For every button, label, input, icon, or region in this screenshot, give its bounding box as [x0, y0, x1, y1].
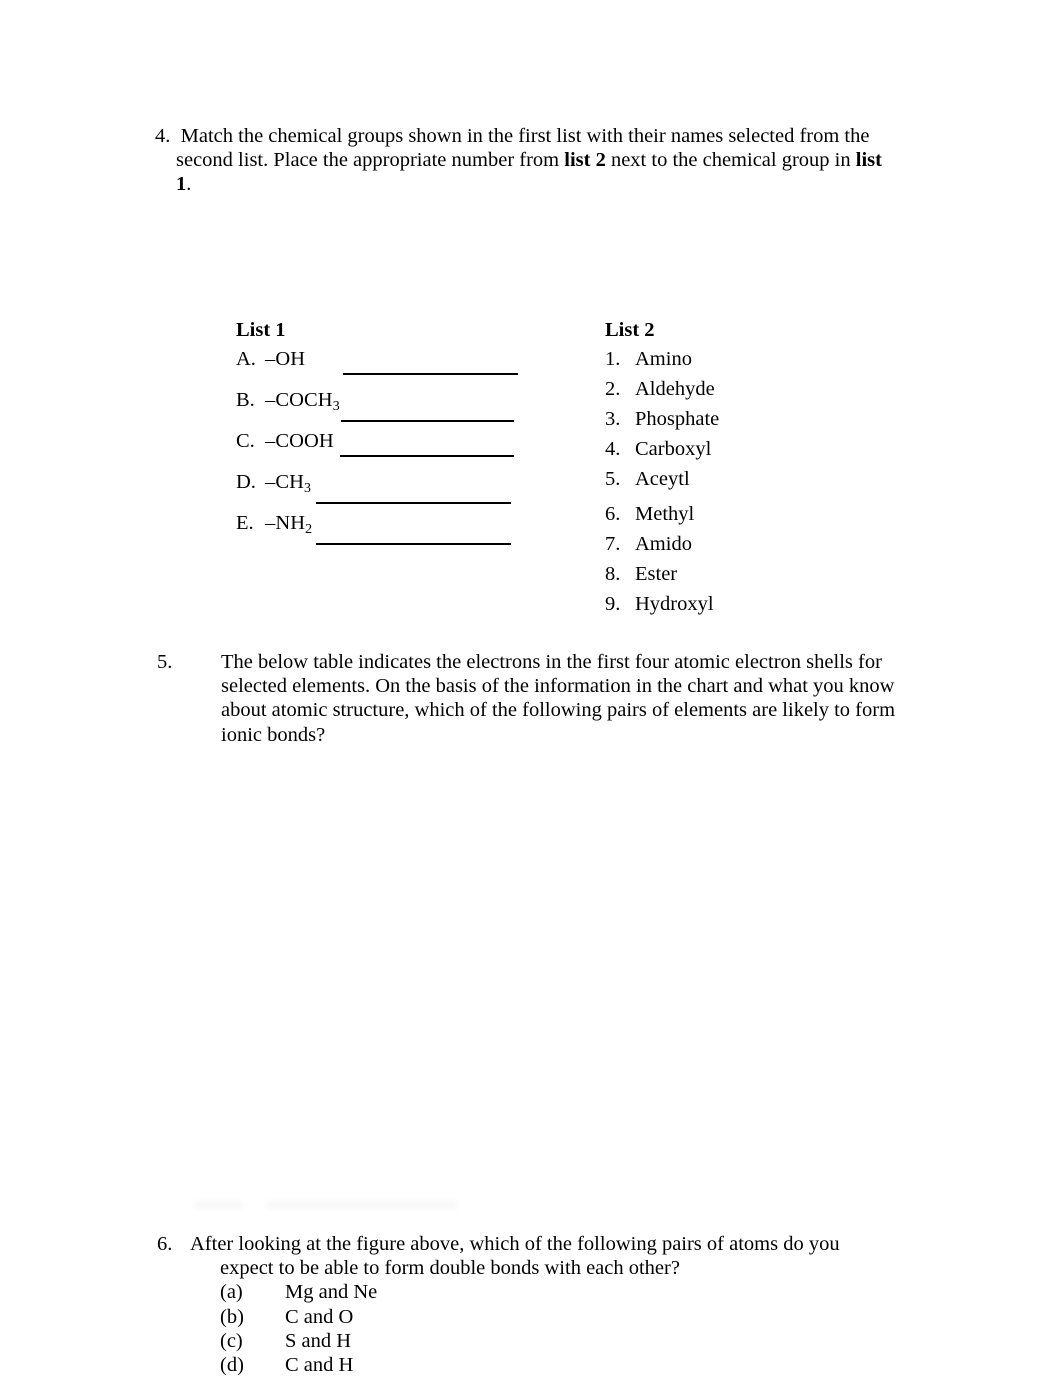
list-2-heading: List 2	[605, 319, 655, 341]
list-2-item-label: Amido	[635, 533, 692, 555]
question-6-option-label: (b)	[220, 1305, 244, 1328]
list-2-rows: 1. Amino 2. Aldehyde 3. Phosphate 4. Carboxyl 5.…	[605, 347, 865, 622]
question-5-text: The below table indicates the electrons …	[221, 651, 896, 746]
list-2-item: 4. Carboxyl	[605, 437, 865, 467]
question-5: 5. The below table indicates the electro…	[157, 650, 917, 747]
list-2-item-number: 2.	[605, 378, 621, 400]
list-2-item: 2. Aldehyde	[605, 377, 865, 407]
list-2-item-label: Aceytl	[635, 468, 690, 490]
formula-main: –OH	[265, 348, 306, 370]
list-1-item: A. –OH	[236, 347, 536, 388]
formula-subscript: 3	[304, 480, 312, 496]
question-6-option[interactable]: (b) C and O	[220, 1305, 917, 1329]
question-6-option-text: Mg and Ne	[285, 1281, 378, 1304]
list-2-item-number: 5.	[605, 468, 621, 490]
formula-main: –NH	[265, 512, 306, 534]
list-1-item-formula: –COOH	[265, 430, 334, 452]
question-4-part3: .	[186, 173, 192, 195]
list-2-item-label: Hydroxyl	[635, 593, 714, 615]
list-2-item-label: Methyl	[635, 503, 695, 525]
question-6-option[interactable]: (c) S and H	[220, 1329, 917, 1353]
question-6-option-label: (d)	[220, 1354, 244, 1377]
list-2-item: 6. Methyl	[605, 502, 865, 532]
list-1-item-formula: –NH2	[265, 512, 313, 537]
list-1-answer-blank[interactable]	[340, 455, 514, 457]
list-2-item: 5. Aceytl	[605, 467, 865, 497]
list-2-item-label: Phosphate	[635, 408, 720, 430]
list-2-item-number: 7.	[605, 533, 621, 555]
missing-figure-placeholder	[195, 1186, 465, 1218]
list-1-item-marker: D.	[236, 471, 256, 493]
question-5-number: 5.	[157, 651, 173, 673]
question-6-line2: expect to be able to form double bonds w…	[220, 1257, 680, 1280]
list-2-item-number: 1.	[605, 348, 621, 370]
list-2-item: 9. Hydroxyl	[605, 592, 865, 622]
list-1-item: E. –NH2	[236, 511, 536, 552]
list-1-answer-blank[interactable]	[341, 420, 514, 422]
question-6-options: (a) Mg and Ne (b) C and O (c) S and H (d) C and…	[157, 1280, 917, 1377]
document-page: 4. Match the chemical groups shown in th…	[0, 0, 1062, 1376]
formula-subscript: 3	[332, 398, 340, 414]
question-6-option[interactable]: (a) Mg and Ne	[220, 1280, 917, 1304]
list-1-heading: List 1	[236, 319, 286, 341]
list-2-item-label: Aldehyde	[635, 378, 715, 400]
list-1: List 1 A. –OH B. –COCH3 C. –COOH D. –CH3 E. –NH2	[236, 318, 536, 552]
question-4: 4. Match the chemical groups shown in th…	[155, 124, 895, 196]
question-6-line1-text: After looking at the figure above, which…	[190, 1233, 840, 1255]
question-6-option[interactable]: (d) C and H	[220, 1353, 917, 1377]
question-6-option-text: C and H	[285, 1354, 354, 1377]
question-4-part2: next to the chemical group in	[605, 149, 856, 171]
list-2-item: 3. Phosphate	[605, 407, 865, 437]
question-4-bold-list2: list 2	[564, 149, 606, 171]
list-1-item-marker: A.	[236, 348, 256, 370]
formula-main: –COCH	[265, 389, 333, 411]
figure-ghost-right	[267, 1200, 457, 1210]
list-1-item-formula: –OH	[265, 348, 305, 370]
list-1-rows: A. –OH B. –COCH3 C. –COOH D. –CH3 E. –NH2	[236, 347, 536, 552]
list-2-item: 8. Ester	[605, 562, 865, 592]
list-2-item-number: 8.	[605, 563, 621, 585]
formula-main: –COOH	[265, 430, 334, 452]
list-2-item-number: 4.	[605, 438, 621, 460]
list-1-item-marker: E.	[236, 512, 254, 534]
question-6-option-label: (a)	[220, 1281, 243, 1304]
matching-lists: List 1 A. –OH B. –COCH3 C. –COOH D. –CH3 E. –NH2 …	[0, 318, 1062, 628]
question-4-text: 4. Match the chemical groups shown in th…	[155, 124, 895, 196]
question-6-option-text: C and O	[285, 1305, 354, 1328]
list-1-item-marker: C.	[236, 430, 255, 452]
list-2-item-number: 9.	[605, 593, 621, 615]
list-2-item-number: 6.	[605, 503, 621, 525]
list-1-item: B. –COCH3	[236, 388, 536, 429]
question-6-number: 6.	[157, 1233, 173, 1255]
list-2-item-number: 3.	[605, 408, 621, 430]
question-6-option-text: S and H	[285, 1329, 352, 1352]
question-6: 6. After looking at the figure above, whi…	[157, 1232, 917, 1377]
question-6-option-label: (c)	[220, 1329, 243, 1352]
list-1-answer-blank[interactable]	[343, 373, 518, 375]
list-2-item: 1. Amino	[605, 347, 865, 377]
list-2-item: 7. Amido	[605, 532, 865, 562]
question-4-number: 4.	[155, 125, 171, 147]
formula-main: –CH	[265, 471, 305, 493]
list-1-item-formula: –CH3	[265, 471, 312, 496]
list-1-answer-blank[interactable]	[316, 543, 511, 545]
list-1-item: C. –COOH	[236, 429, 536, 470]
list-1-item-formula: –COCH3	[265, 389, 340, 414]
list-2-item-label: Amino	[635, 348, 692, 370]
figure-ghost-left	[195, 1200, 243, 1210]
list-2-item-label: Ester	[635, 563, 678, 585]
formula-subscript: 2	[305, 521, 313, 537]
list-1-item-marker: B.	[236, 389, 255, 411]
list-1-answer-blank[interactable]	[316, 502, 511, 504]
list-2-item-label: Carboxyl	[635, 438, 712, 460]
list-2: List 2 1. Amino 2. Aldehyde 3. Phosphate 4. Car…	[605, 318, 865, 622]
question-6-line1: 6. After looking at the figure above, whi…	[157, 1232, 917, 1256]
list-1-item: D. –CH3	[236, 470, 536, 511]
